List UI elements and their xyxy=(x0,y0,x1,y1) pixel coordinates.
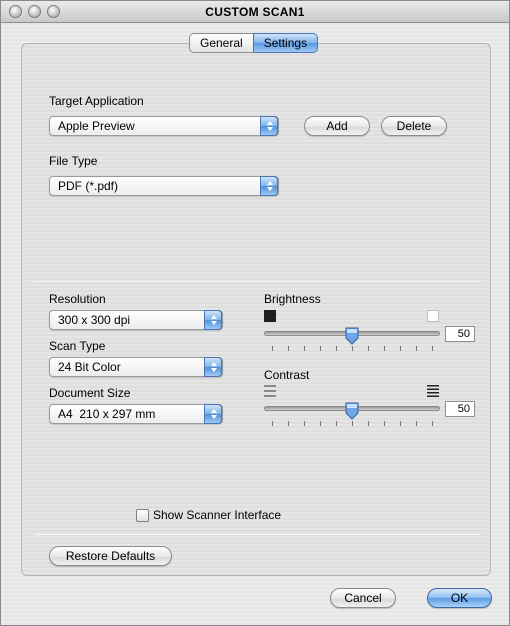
scan-type-value: 24 Bit Color xyxy=(58,360,121,374)
tick-mark xyxy=(352,421,353,426)
tick-mark xyxy=(368,346,369,351)
file-type-value: PDF (*.pdf) xyxy=(58,179,119,193)
tick-mark xyxy=(432,346,433,351)
ok-button[interactable]: OK xyxy=(427,588,492,608)
title-bar: CUSTOM SCAN1 xyxy=(1,1,509,23)
tick-mark xyxy=(304,421,305,426)
cancel-button[interactable]: Cancel xyxy=(330,588,396,608)
dark-square-icon xyxy=(264,310,276,322)
show-scanner-interface-label[interactable]: Show Scanner Interface xyxy=(153,508,281,522)
tick-mark xyxy=(320,421,321,426)
resolution-value: 300 x 300 dpi xyxy=(58,313,131,327)
contrast-slider-thumb[interactable] xyxy=(344,402,360,420)
target-application-select[interactable]: Apple Preview xyxy=(49,116,279,136)
high-contrast-icon xyxy=(427,385,439,397)
brightness-value[interactable]: 50 xyxy=(445,326,475,342)
custom-scan-dialog: CUSTOM SCAN1 General Settings Target App… xyxy=(0,0,510,626)
tick-mark xyxy=(288,346,289,351)
low-contrast-icon xyxy=(264,385,276,397)
file-type-label: File Type xyxy=(49,154,98,168)
tick-mark xyxy=(400,346,401,351)
target-application-label: Target Application xyxy=(49,94,144,108)
show-scanner-interface-checkbox[interactable] xyxy=(136,509,149,522)
delete-button[interactable]: Delete xyxy=(381,116,447,136)
tick-mark xyxy=(336,421,337,426)
tick-mark xyxy=(336,346,337,351)
scan-type-label: Scan Type xyxy=(49,339,106,353)
contrast-value[interactable]: 50 xyxy=(445,401,475,417)
tick-mark xyxy=(416,421,417,426)
popup-arrows-icon xyxy=(260,116,278,136)
tab-general[interactable]: General xyxy=(189,33,254,53)
tick-mark xyxy=(288,421,289,426)
brightness-label: Brightness xyxy=(264,292,321,306)
tick-mark xyxy=(272,346,273,351)
tick-mark xyxy=(304,346,305,351)
popup-arrows-icon xyxy=(204,404,222,424)
tick-mark xyxy=(384,421,385,426)
target-application-value: Apple Preview xyxy=(58,119,135,133)
add-button[interactable]: Add xyxy=(304,116,370,136)
document-size-label: Document Size xyxy=(49,386,131,400)
tick-mark xyxy=(432,421,433,426)
document-size-value: A4 210 x 297 mm xyxy=(58,407,156,421)
tab-bar: General Settings xyxy=(189,33,319,53)
document-size-select[interactable]: A4 210 x 297 mm xyxy=(49,404,223,424)
brightness-tick-marks xyxy=(264,346,440,352)
separator xyxy=(34,534,480,535)
window-title: CUSTOM SCAN1 xyxy=(205,5,305,19)
contrast-tick-marks xyxy=(264,421,440,427)
tick-mark xyxy=(384,346,385,351)
tick-mark xyxy=(400,421,401,426)
light-square-icon xyxy=(427,310,439,322)
popup-arrows-icon xyxy=(204,310,222,330)
tick-mark xyxy=(272,421,273,426)
separator xyxy=(34,281,480,282)
tick-mark xyxy=(368,421,369,426)
scan-type-select[interactable]: 24 Bit Color xyxy=(49,357,223,377)
popup-arrows-icon xyxy=(204,357,222,377)
popup-arrows-icon xyxy=(260,176,278,196)
resolution-select[interactable]: 300 x 300 dpi xyxy=(49,310,223,330)
tick-mark xyxy=(416,346,417,351)
resolution-label: Resolution xyxy=(49,292,106,306)
tab-settings[interactable]: Settings xyxy=(252,33,319,53)
restore-defaults-button[interactable]: Restore Defaults xyxy=(49,546,172,566)
tick-mark xyxy=(320,346,321,351)
brightness-slider-thumb[interactable] xyxy=(344,327,360,345)
file-type-select[interactable]: PDF (*.pdf) xyxy=(49,176,279,196)
tick-mark xyxy=(352,346,353,351)
contrast-label: Contrast xyxy=(264,368,310,382)
